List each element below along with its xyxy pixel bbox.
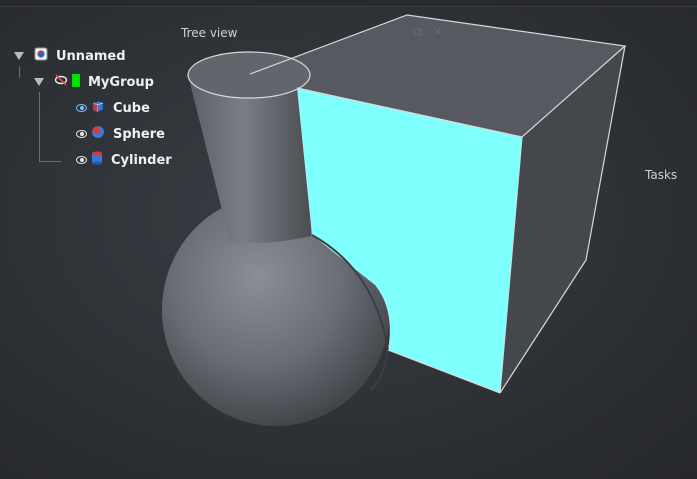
- tree-item-label: Cube: [113, 100, 150, 116]
- cube-icon: [91, 99, 105, 117]
- tree-item-mygroup[interactable]: MyGroup: [34, 72, 154, 92]
- tree-guide-line: [39, 92, 40, 162]
- visibility-eye-icon[interactable]: [76, 156, 87, 164]
- tree-item-label: Sphere: [113, 126, 165, 142]
- tasks-panel-title: Tasks: [645, 168, 678, 182]
- group-icon: [72, 73, 80, 91]
- sphere-icon: [91, 125, 105, 143]
- tree-view: Unnamed MyGroup Cube Sphere Cylinder: [0, 0, 260, 200]
- tree-item-unnamed[interactable]: Unnamed: [14, 46, 126, 66]
- cylinder-icon: [91, 151, 103, 169]
- tree-guide-line: [39, 161, 61, 162]
- visibility-hidden-icon[interactable]: [54, 74, 68, 90]
- tree-item-label: MyGroup: [88, 74, 154, 90]
- document-icon: [34, 47, 48, 65]
- tree-item-cylinder[interactable]: Cylinder: [76, 150, 172, 170]
- expand-arrow-icon[interactable]: [34, 78, 44, 86]
- tree-item-sphere[interactable]: Sphere: [76, 124, 165, 144]
- tree-item-label: Cylinder: [111, 152, 172, 168]
- visibility-eye-icon[interactable]: [76, 104, 87, 112]
- tree-guide-line: [19, 66, 20, 78]
- visibility-eye-icon[interactable]: [76, 130, 87, 138]
- tree-item-label: Unnamed: [56, 48, 126, 64]
- tree-item-cube[interactable]: Cube: [76, 98, 150, 118]
- close-panel-icon[interactable]: ✕: [432, 25, 443, 40]
- panel-title-buttons: ⧉ ✕: [413, 25, 443, 40]
- expand-arrow-icon[interactable]: [14, 52, 24, 60]
- float-panel-icon[interactable]: ⧉: [413, 25, 422, 40]
